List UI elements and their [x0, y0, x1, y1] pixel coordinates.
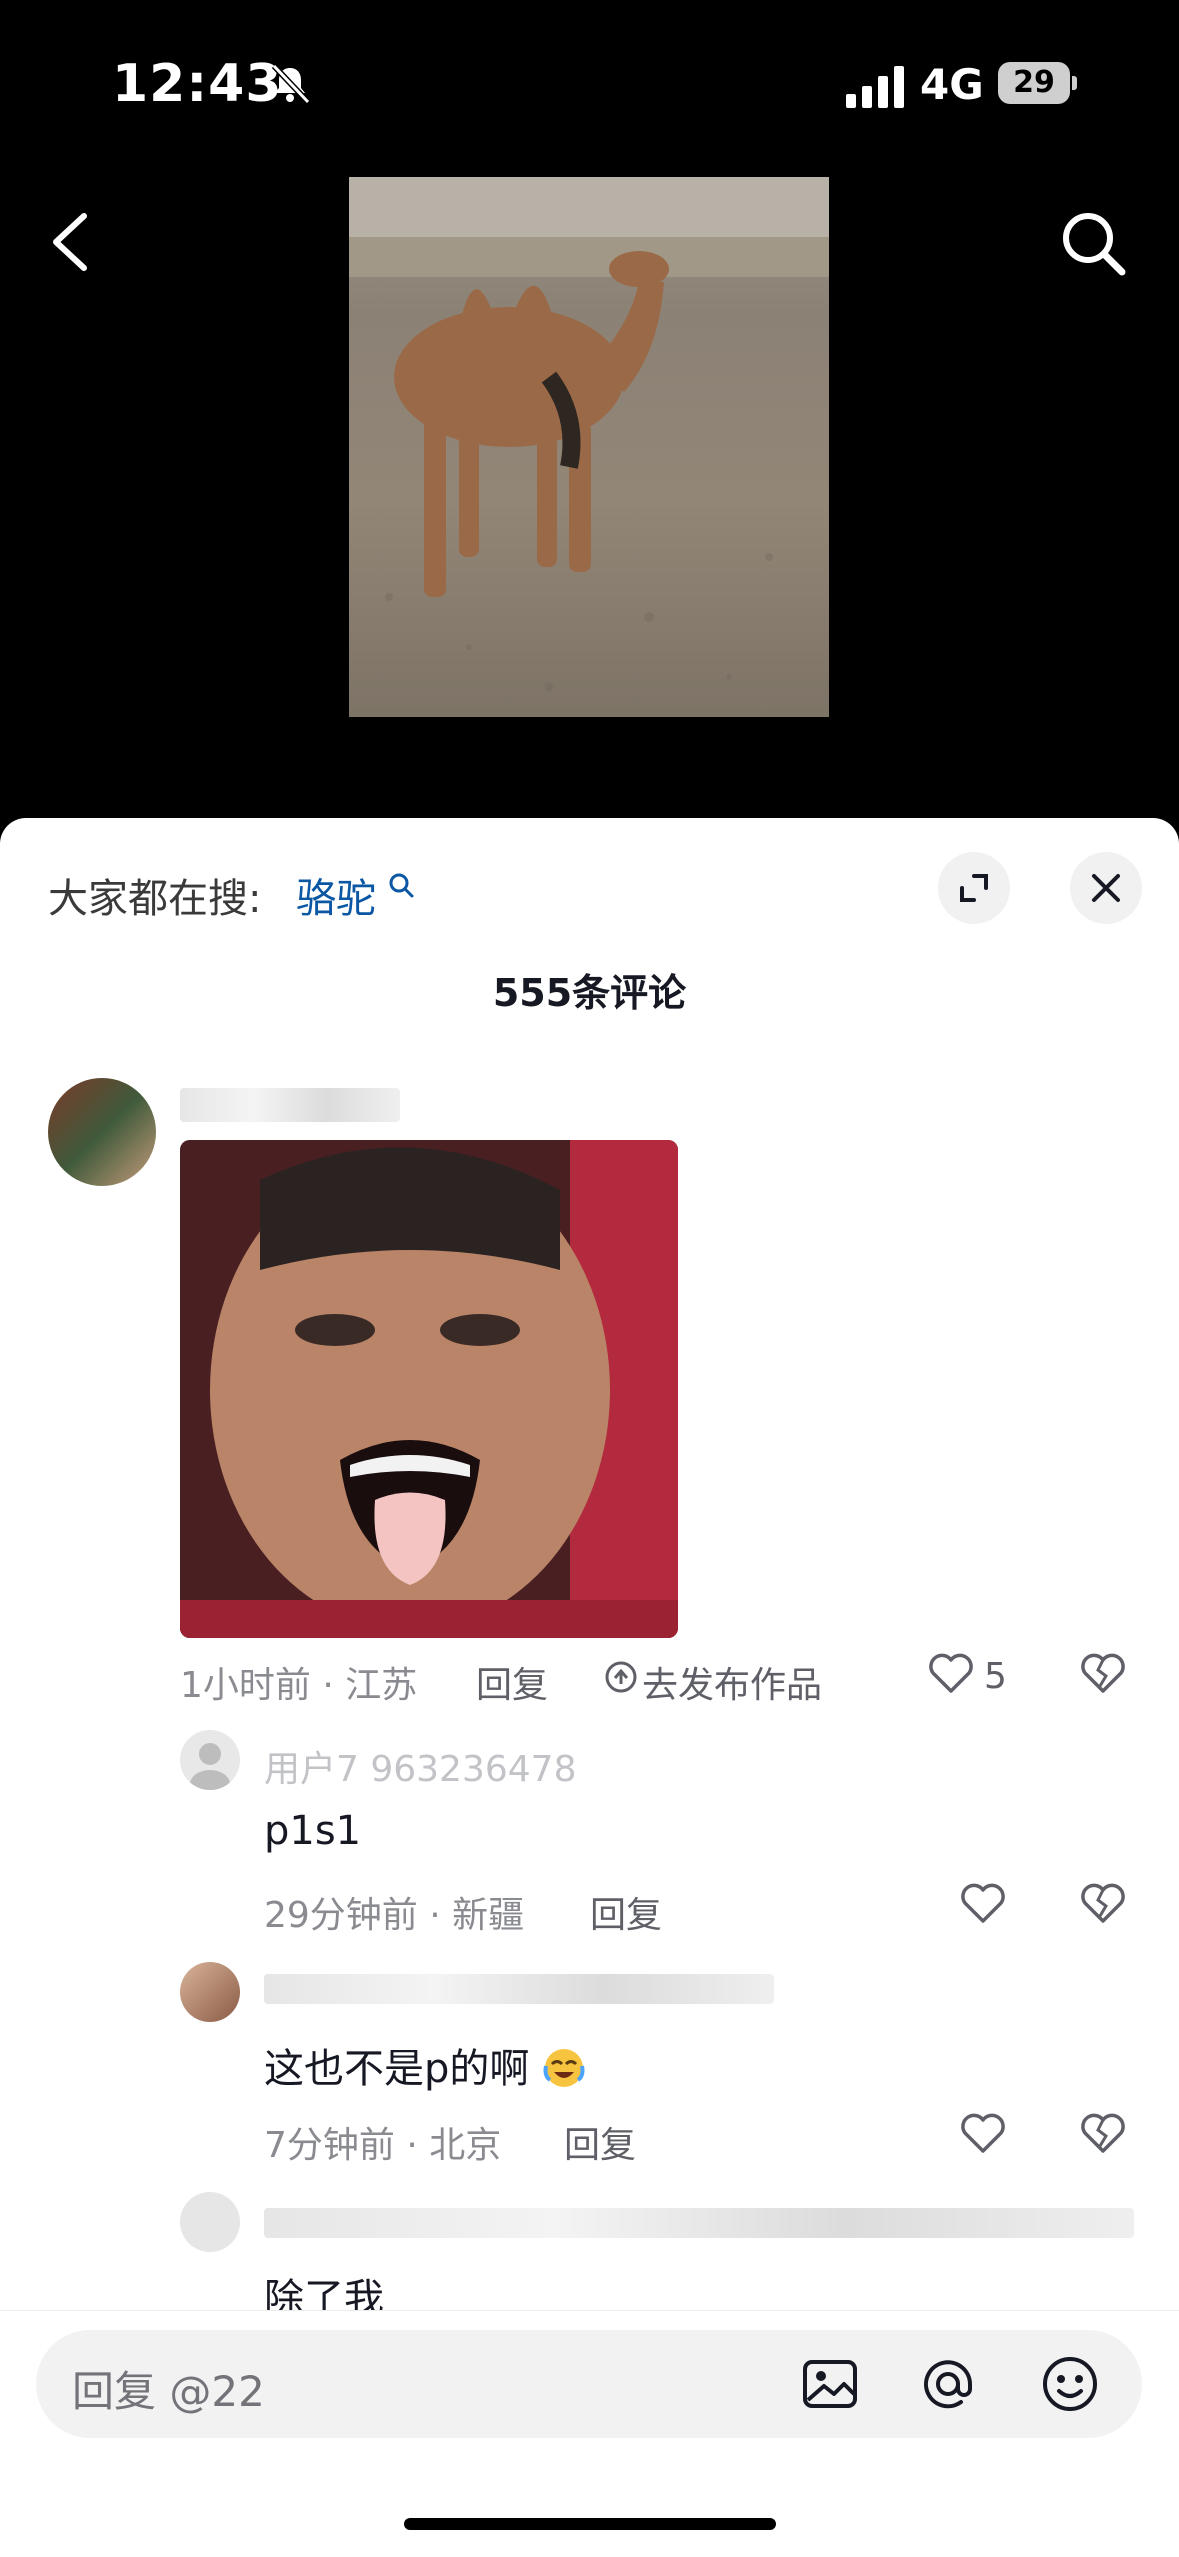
comment-count: 555条评论 [492, 971, 687, 1015]
heart-icon[interactable] [926, 1648, 976, 1698]
username-blurred[interactable] [264, 1974, 774, 2004]
battery-icon: 29 [998, 62, 1077, 104]
reply-text: 这也不是p的啊 [264, 2036, 586, 2094]
publish-icon [605, 1661, 637, 1693]
emoji-icon[interactable] [1040, 2354, 1100, 2414]
reply-username[interactable]: 用户7 963236478 [264, 1740, 577, 1792]
reply-button[interactable]: 回复 [590, 1886, 662, 1938]
comment-meta: 1小时前 · 江苏 [180, 1665, 418, 1706]
broken-heart-icon[interactable] [1078, 2108, 1128, 2158]
reply-text: p1s1 [264, 1808, 362, 1854]
back-icon[interactable] [46, 210, 96, 274]
camel-illustration [349, 177, 829, 691]
signal-icon [846, 66, 904, 108]
user-placeholder-icon [190, 1743, 230, 1790]
reply-input-placeholder[interactable]: 回复 @22 [72, 2358, 265, 2419]
close-icon [1092, 874, 1120, 902]
like-count: 5 [984, 1656, 1007, 1697]
reply-button[interactable]: 回复 [564, 2116, 636, 2168]
reply-text-content: 这也不是p的啊 [264, 2046, 530, 2092]
broken-heart-icon[interactable] [1078, 1648, 1128, 1698]
publish-work-button[interactable]: 去发布作品 [642, 1656, 822, 1708]
username-blurred[interactable] [180, 1088, 400, 1122]
search-small-icon [389, 873, 414, 898]
username-blurred[interactable] [264, 2208, 1134, 2238]
meme-illustration [180, 1140, 678, 1638]
avatar-default[interactable] [180, 1730, 240, 1790]
reply-meta: 7分钟前 · 北京 [264, 2125, 502, 2166]
home-indicator [404, 2518, 776, 2530]
heart-icon[interactable] [958, 2108, 1008, 2158]
crying-laughing-emoji-icon [543, 2049, 585, 2087]
search-suggestion-keyword[interactable]: 骆驼 [296, 866, 376, 924]
battery-level: 29 [1013, 65, 1055, 100]
avatar[interactable] [48, 1078, 156, 1186]
reply-button[interactable]: 回复 [476, 1656, 548, 1708]
expand-icon [960, 874, 988, 902]
status-time: 12:43 [112, 54, 283, 114]
search-icon[interactable] [1058, 208, 1128, 278]
at-icon[interactable] [918, 2354, 978, 2414]
avatar[interactable] [180, 1962, 240, 2022]
search-suggestion-prefix: 大家都在搜: [48, 876, 262, 922]
close-button[interactable] [1070, 852, 1142, 924]
network-type: 4G [920, 60, 984, 109]
bell-muted-icon [271, 63, 311, 105]
reply-meta: 29分钟前 · 新疆 [264, 1895, 525, 1936]
image-icon[interactable] [800, 2354, 860, 2414]
post-image-camel[interactable] [349, 177, 829, 717]
heart-icon[interactable] [958, 1878, 1008, 1928]
broken-heart-icon[interactable] [1078, 1878, 1128, 1928]
expand-button[interactable] [938, 852, 1010, 924]
avatar[interactable] [180, 2192, 240, 2252]
comment-image[interactable] [180, 1140, 678, 1638]
